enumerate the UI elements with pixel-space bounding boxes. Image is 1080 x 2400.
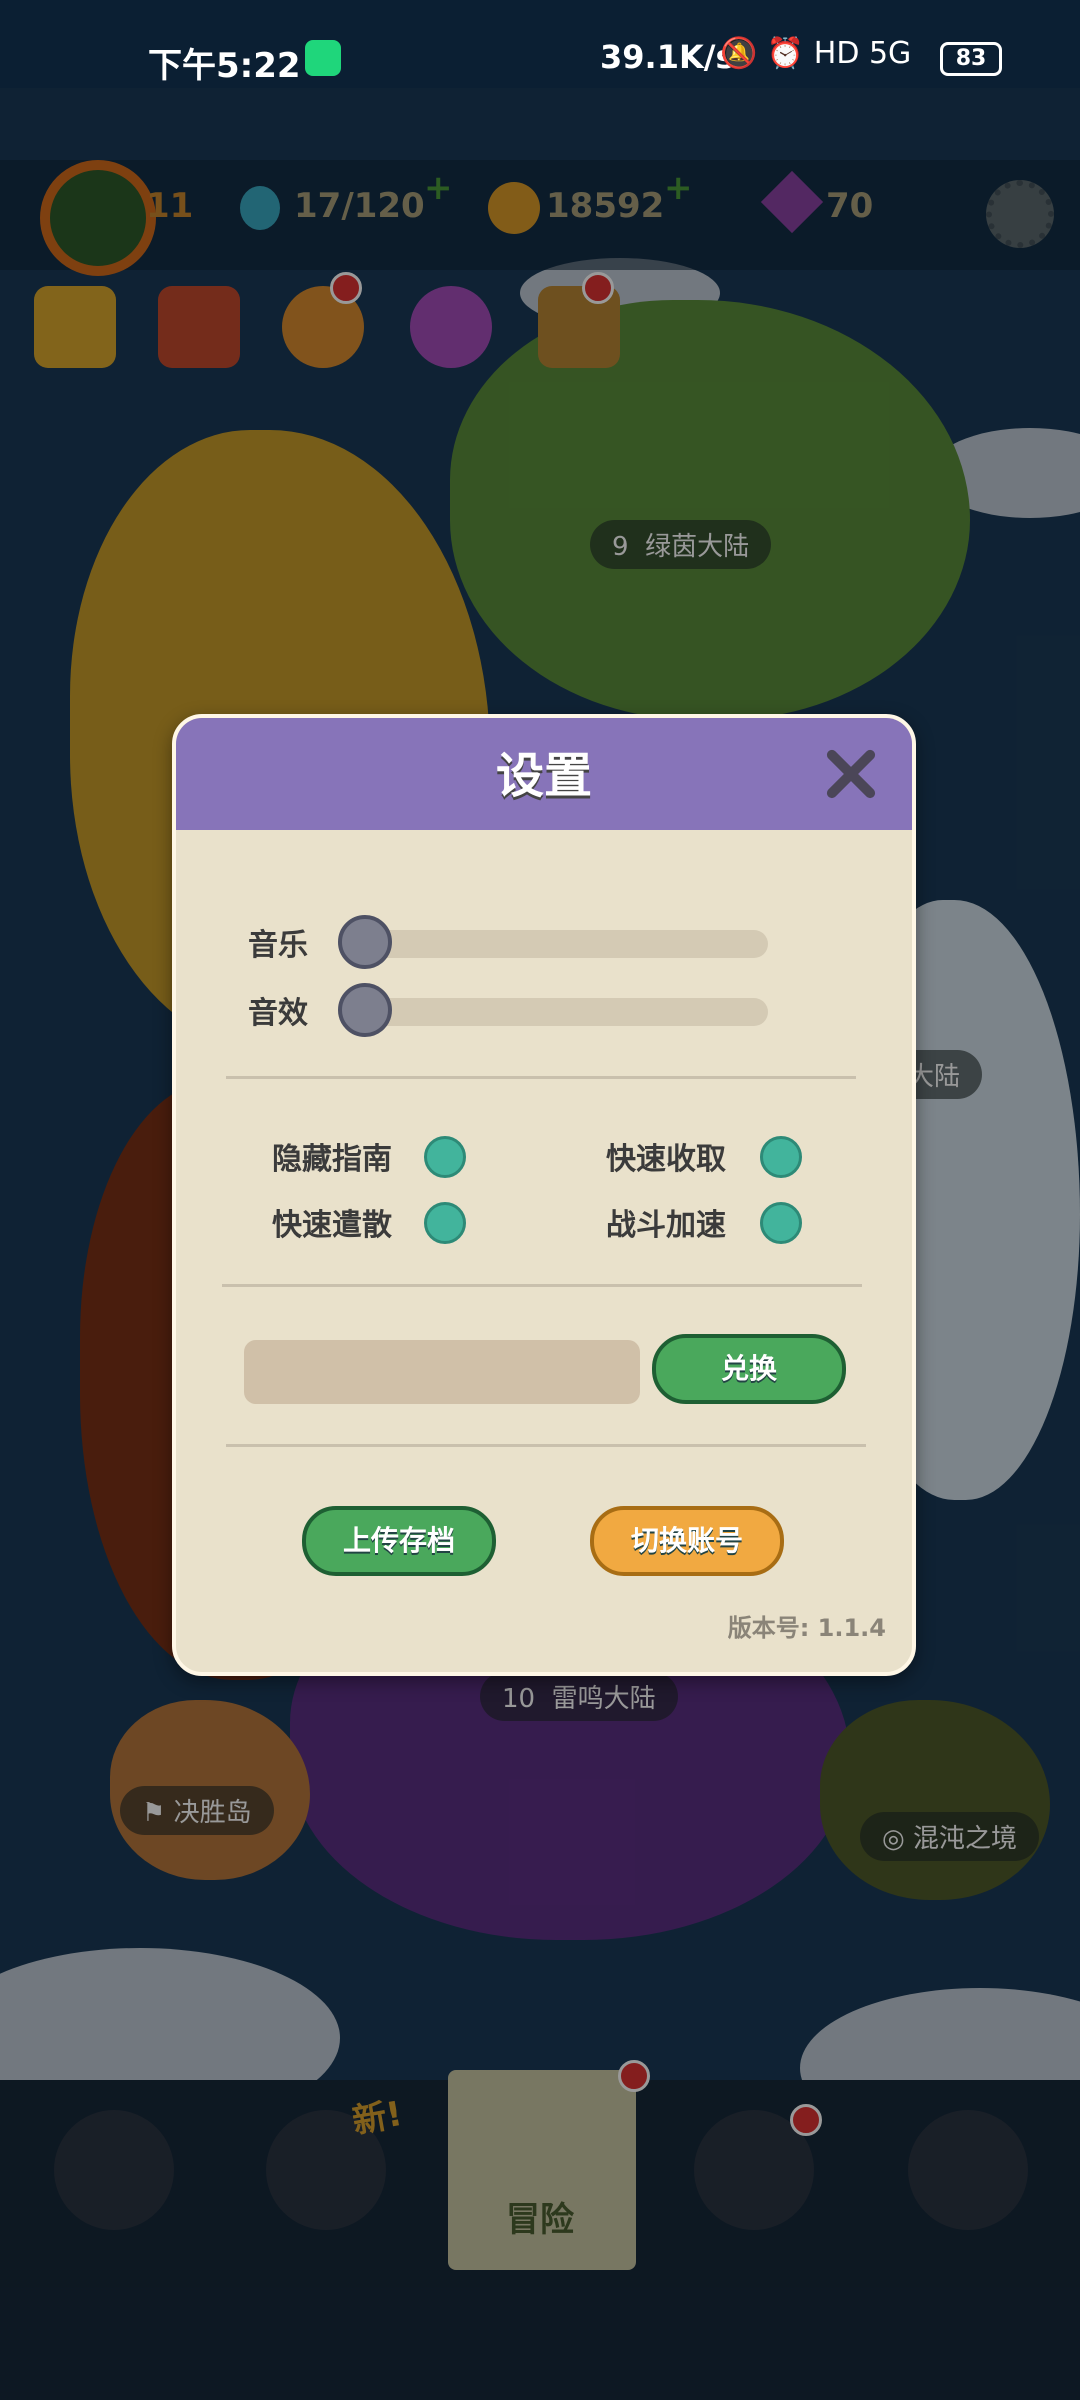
status-icons: 🔕 ⏰ HD 5G: [720, 36, 912, 71]
quick-dispatch-label: 快速遣散: [272, 1208, 392, 1243]
dialog-title: 设置: [495, 748, 592, 804]
upload-save-button[interactable]: 上传存档: [302, 1506, 496, 1576]
music-slider-knob[interactable]: [338, 915, 392, 969]
hide-guide-label: 隐藏指南: [272, 1142, 392, 1177]
redeem-code-input[interactable]: [244, 1340, 640, 1404]
security-app-icon: [305, 40, 341, 76]
version-label: 版本号: 1.1.4: [727, 1614, 886, 1642]
battle-speed-toggle[interactable]: [760, 1202, 802, 1244]
sfx-label: 音效: [248, 996, 308, 1031]
sfx-slider-knob[interactable]: [338, 983, 392, 1037]
divider: [226, 1444, 866, 1447]
close-icon[interactable]: [822, 746, 880, 804]
settings-dialog: 设置 音乐 音效 隐藏指南 快速收取 快速遣散 战斗加速 兑换 上传存档 切换账…: [172, 714, 916, 1676]
status-bar: 下午5:22 39.1K/s 🔕 ⏰ HD 5G 83: [0, 0, 1080, 88]
switch-account-button[interactable]: 切换账号: [590, 1506, 784, 1576]
sfx-slider-row: 音效: [248, 983, 848, 1037]
music-slider-row: 音乐: [248, 915, 848, 969]
status-time: 下午5:22: [148, 46, 301, 86]
music-slider-track[interactable]: [338, 930, 768, 958]
hide-guide-toggle[interactable]: [424, 1136, 466, 1178]
quick-dispatch-toggle[interactable]: [424, 1202, 466, 1244]
divider: [222, 1284, 862, 1287]
battery-icon: 83: [940, 42, 1002, 76]
sfx-slider-track[interactable]: [338, 998, 768, 1026]
divider: [226, 1076, 856, 1079]
network-speed: 39.1K/s: [600, 38, 735, 76]
dialog-header: 设置: [176, 718, 912, 830]
redeem-button[interactable]: 兑换: [652, 1334, 846, 1404]
quick-collect-label: 快速收取: [606, 1142, 726, 1177]
battle-speed-label: 战斗加速: [606, 1208, 726, 1243]
music-label: 音乐: [248, 928, 308, 963]
quick-collect-toggle[interactable]: [760, 1136, 802, 1178]
